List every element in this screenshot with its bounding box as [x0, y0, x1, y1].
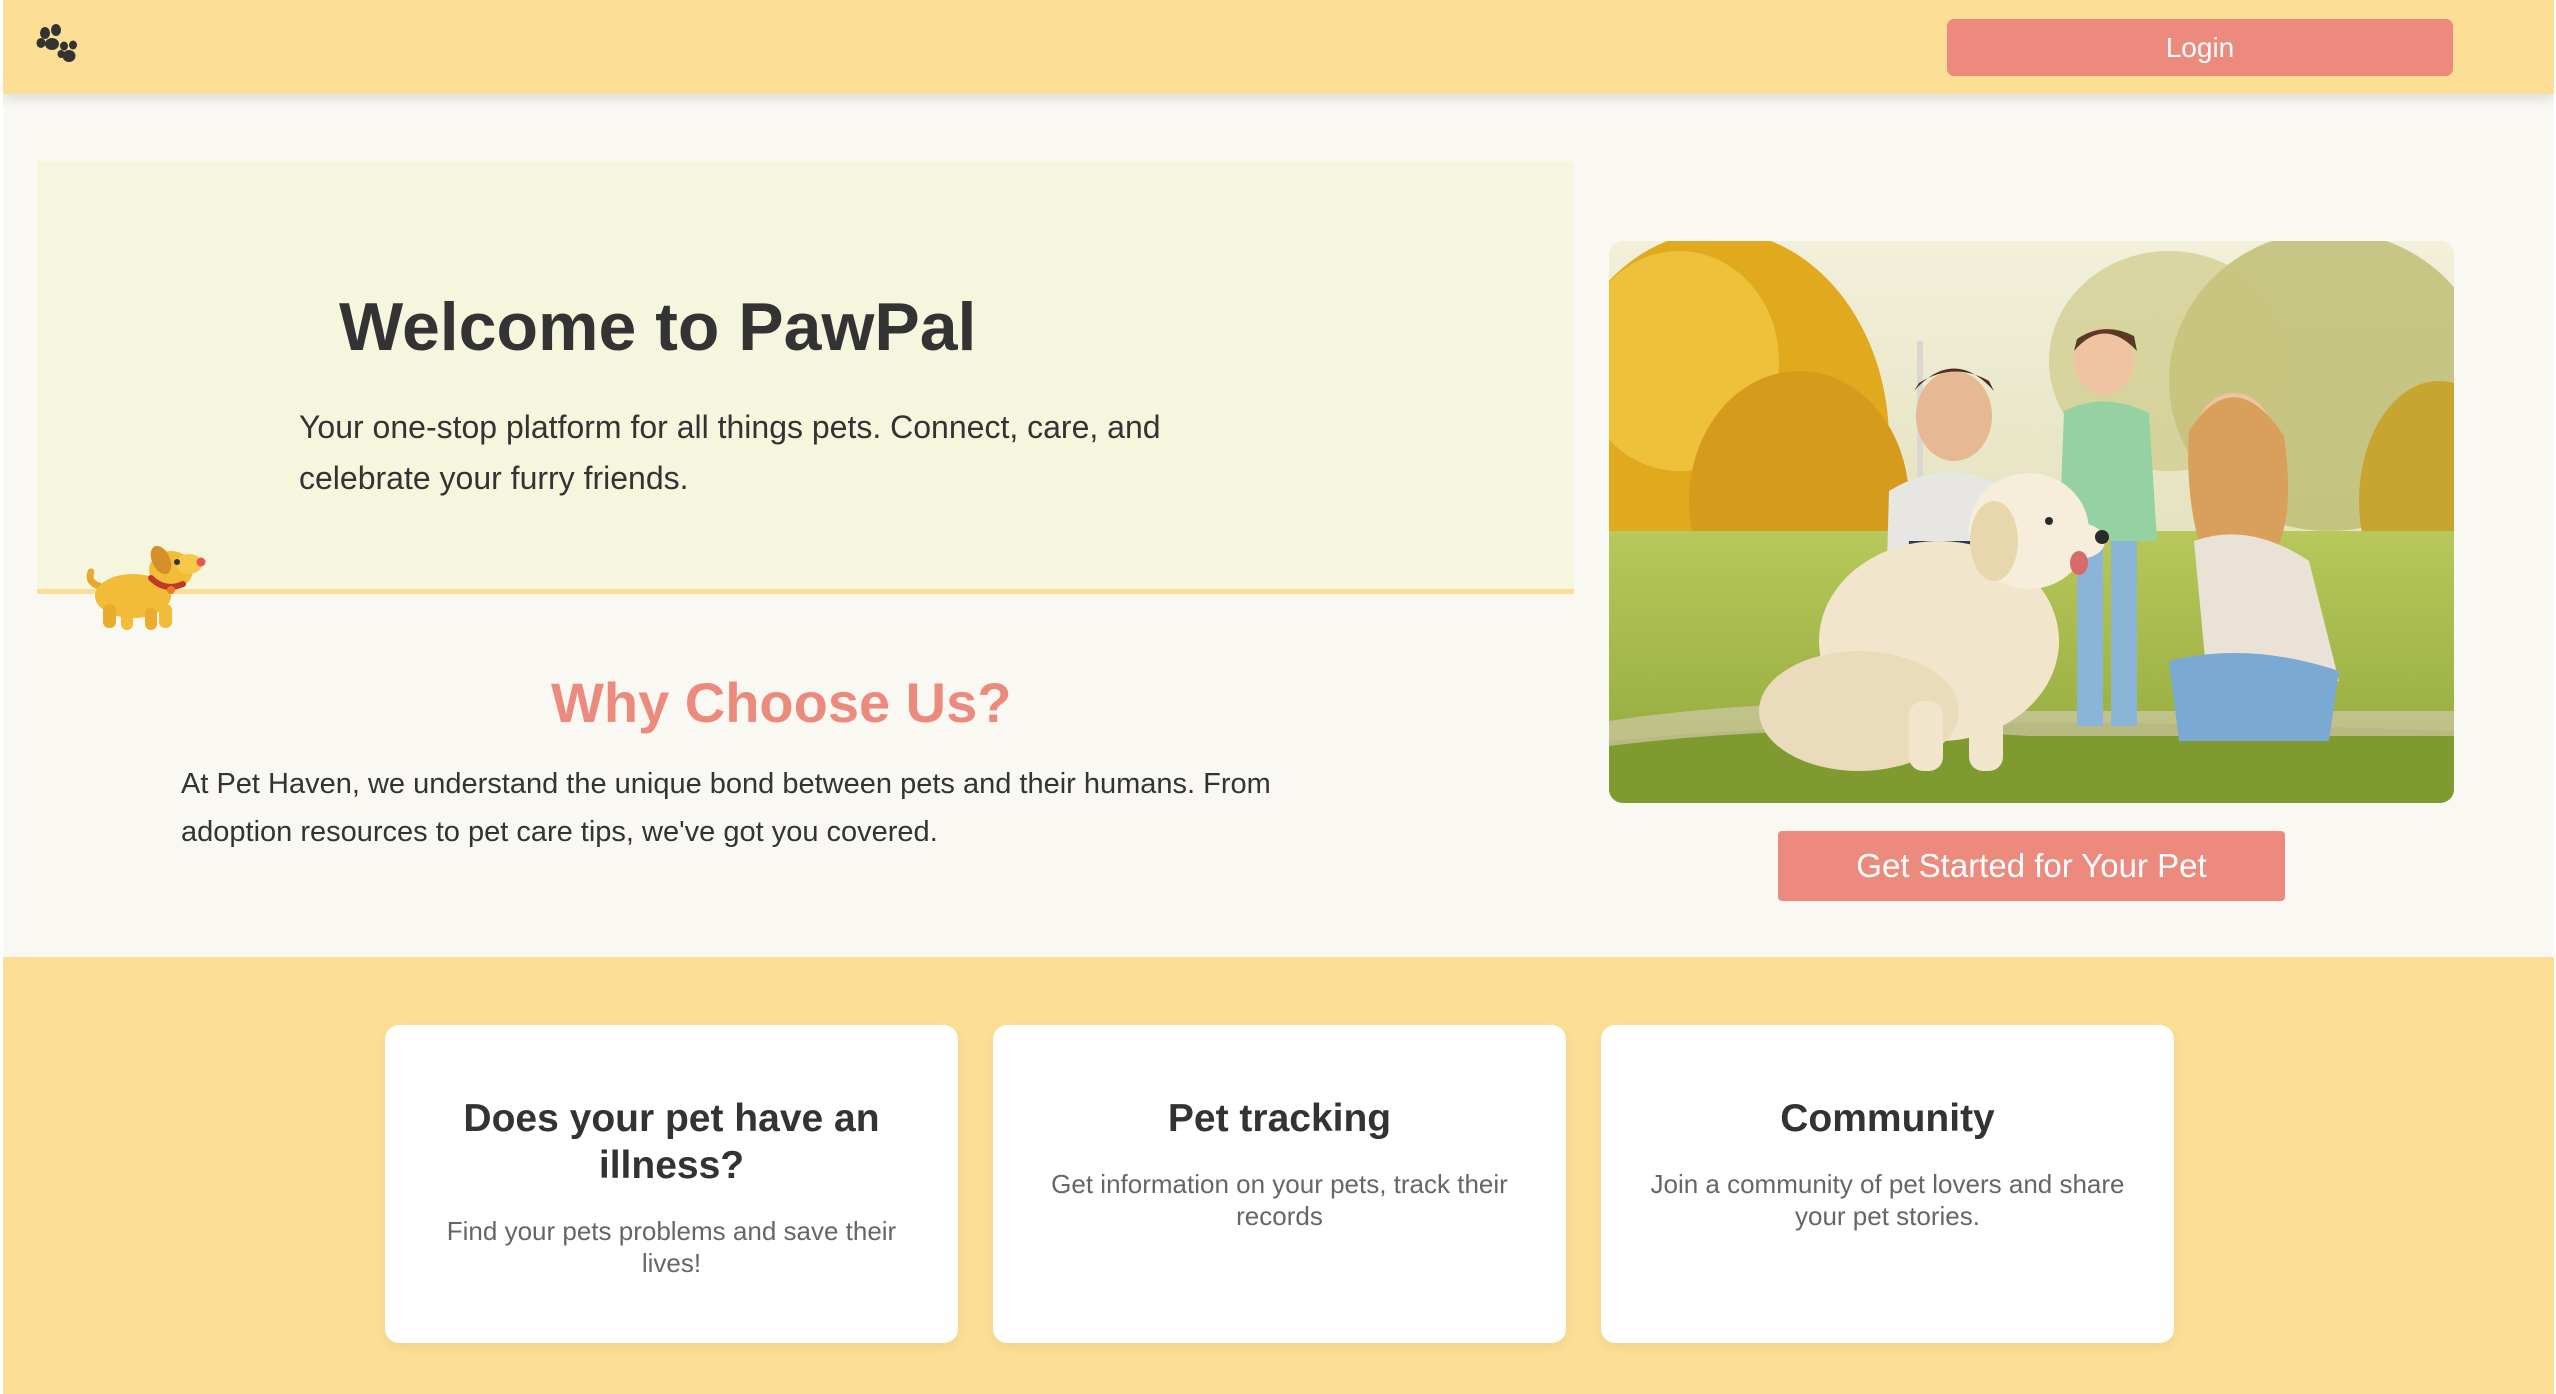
paw-icon[interactable]	[35, 24, 81, 66]
login-button[interactable]: Login	[1947, 19, 2453, 76]
family-with-dog-photo	[1609, 241, 2454, 803]
why-choose-us-title: Why Choose Us?	[551, 671, 1012, 734]
feature-card-text: Find your pets problems and save their l…	[446, 1216, 897, 1278]
dog-illustration-icon	[85, 530, 215, 634]
feature-card-title: Does your pet have an illness?	[463, 1097, 880, 1187]
features-section: Does your pet have an illness? Find your…	[3, 957, 2554, 1394]
feature-card-community[interactable]: Community Join a community of pet lovers…	[1601, 1025, 2174, 1343]
why-choose-us-text: At Pet Haven, we understand the unique b…	[181, 768, 1271, 848]
feature-card-title: Community	[1780, 1097, 1995, 1140]
page: Login Welcome to PawPal Your one-stop pl…	[3, 0, 2554, 1394]
hero-divider	[37, 589, 1574, 594]
feature-card-text: Get information on your pets, track thei…	[1051, 1169, 1508, 1231]
get-started-button[interactable]: Get Started for Your Pet	[1778, 831, 2285, 901]
feature-card-illness[interactable]: Does your pet have an illness? Find your…	[385, 1025, 958, 1343]
hero-panel	[37, 161, 1574, 591]
feature-card-text: Join a community of pet lovers and share…	[1650, 1169, 2125, 1231]
hero-subtitle: Your one-stop platform for all things pe…	[299, 409, 1161, 496]
hero-title: Welcome to PawPal	[339, 289, 977, 365]
feature-card-title: Pet tracking	[1167, 1097, 1392, 1140]
feature-card-pet-tracking[interactable]: Pet tracking Get information on your pet…	[993, 1025, 1566, 1343]
top-navbar: Login	[3, 0, 2554, 94]
